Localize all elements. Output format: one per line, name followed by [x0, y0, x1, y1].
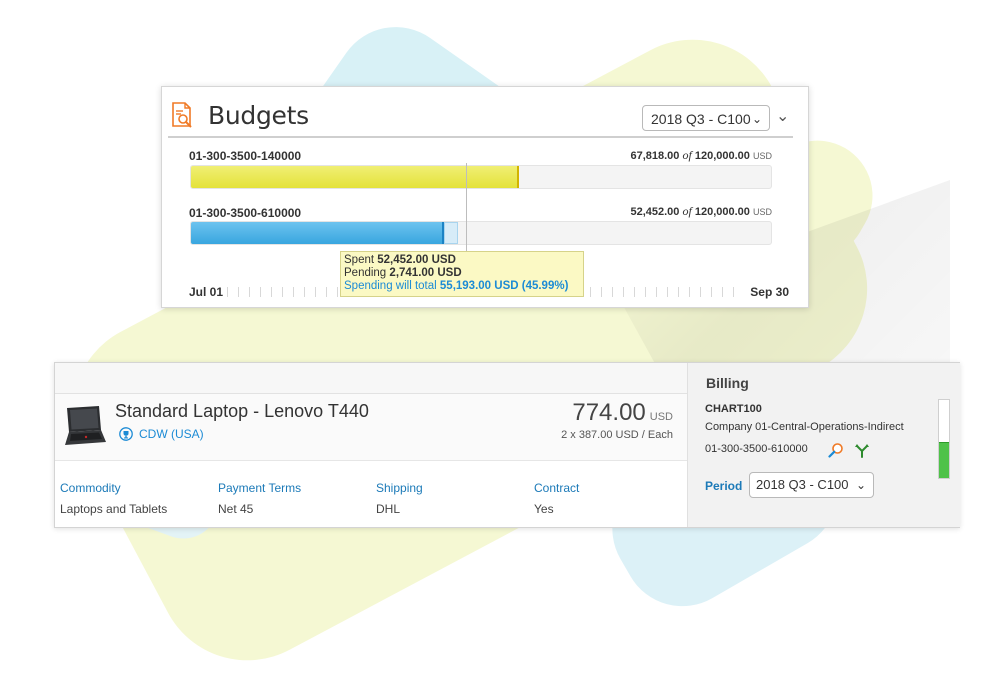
budgets-header: Budgets 2018 Q3 - C100 ⌄ ⌄ — [168, 99, 793, 138]
budget-bar-fill — [191, 222, 445, 244]
of-label: of — [682, 148, 692, 162]
billing-period-value: 2018 Q3 - C100 — [756, 477, 849, 492]
unit-price: 2 x 387.00 USD / Each — [561, 429, 673, 441]
budgets-panel: Budgets 2018 Q3 - C100 ⌄ ⌄ 01-300-3500-1… — [161, 86, 809, 308]
collapse-chevron-icon[interactable]: ⌄ — [776, 106, 789, 126]
billing-period-select[interactable]: 2018 Q3 - C100 ⌄ — [749, 472, 874, 498]
budget-gauge-fill — [939, 442, 949, 478]
item-title[interactable]: Standard Laptop - Lenovo T440 — [115, 401, 369, 422]
contract-value: Yes — [534, 502, 554, 516]
payment-terms-value: Net 45 — [218, 502, 254, 516]
tooltip-pending-value: 2,741.00 USD — [389, 267, 462, 279]
shipping-value: DHL — [376, 502, 401, 516]
supplier-name: CDW (USA) — [139, 427, 204, 441]
billing-account: 01-300-3500-610000 — [705, 443, 808, 455]
laptop-image — [65, 406, 106, 445]
item-price: 774.00 USD — [572, 399, 673, 427]
order-item-row: Standard Laptop - Lenovo T440 CDW (USA) … — [55, 394, 687, 461]
order-line-panel: Standard Laptop - Lenovo T440 CDW (USA) … — [54, 362, 960, 528]
budget-bar-fill — [191, 166, 519, 188]
commodity-value: Laptops and Tablets — [60, 502, 168, 516]
timeline-start: Jul 01 — [189, 285, 224, 299]
tooltip-pending-label: Pending — [344, 267, 387, 279]
budget-amount: 52,452.00 of 120,000.00 USD — [630, 204, 772, 219]
billing-title: Billing — [706, 375, 749, 391]
budget-account-name: 01-300-3500-610000 — [189, 206, 302, 220]
billing-panel: Billing CHART100 Company 01-Central-Oper… — [687, 363, 960, 527]
of-label: of — [682, 204, 692, 218]
magnifier-icon[interactable] — [828, 442, 844, 458]
chart-code: CHART100 — [705, 403, 762, 415]
tooltip-spent-value: 52,452.00 USD — [377, 254, 456, 266]
timeline-end: Sep 30 — [750, 285, 789, 299]
budget-bar[interactable] — [190, 165, 772, 189]
tooltip-total-label: Spending will total — [344, 280, 437, 292]
tooltip-total-value: 55,193.00 USD (45.99%) — [439, 280, 569, 292]
tooltip-total: Spending will total 55,193.00 USD (45.99… — [344, 280, 580, 293]
budget-bar-pending — [444, 222, 458, 244]
budget-spent: 52,452.00 — [630, 206, 680, 218]
chevron-down-icon: ⌄ — [855, 478, 866, 492]
budget-account-name: 01-300-3500-140000 — [189, 149, 302, 163]
tooltip-spent-label: Spent — [344, 254, 375, 266]
budget-tooltip: Spent 52,452.00 USD Pending 2,741.00 USD… — [340, 251, 584, 297]
item-price-value: 774.00 — [572, 399, 646, 426]
chevron-down-icon: ⌄ — [751, 112, 762, 126]
payment-terms-label: Payment Terms — [218, 481, 302, 495]
budget-period-value: 2018 Q3 - C100 — [651, 111, 751, 127]
shipping-label: Shipping — [376, 481, 423, 495]
tooltip-pending: Pending 2,741.00 USD — [344, 267, 580, 280]
item-price-currency: USD — [649, 411, 673, 423]
currency-label: USD — [752, 151, 772, 161]
budget-bar[interactable] — [190, 221, 772, 245]
order-line-topbar — [55, 363, 687, 394]
tooltip-spent: Spent 52,452.00 USD — [344, 254, 580, 267]
company-name: Company 01-Central-Operations-Indirect — [705, 421, 904, 433]
contract-label: Contract — [534, 481, 580, 495]
budget-document-icon — [172, 102, 192, 128]
budget-amount: 67,818.00 of 120,000.00 USD — [630, 148, 772, 163]
budget-period-select[interactable]: 2018 Q3 - C100 ⌄ — [642, 105, 770, 131]
budget-spent: 67,818.00 — [630, 150, 680, 162]
budget-total: 120,000.00 — [694, 150, 750, 162]
budget-gauge — [938, 399, 950, 479]
period-label: Period — [705, 479, 743, 493]
commodity-label: Commodity — [60, 481, 121, 495]
currency-label: USD — [752, 207, 772, 217]
supplier-badge-icon — [119, 427, 133, 441]
budgets-title: Budgets — [208, 101, 309, 130]
split-icon[interactable] — [854, 442, 870, 459]
supplier-link[interactable]: CDW (USA) — [119, 427, 204, 441]
budget-total: 120,000.00 — [694, 206, 750, 218]
